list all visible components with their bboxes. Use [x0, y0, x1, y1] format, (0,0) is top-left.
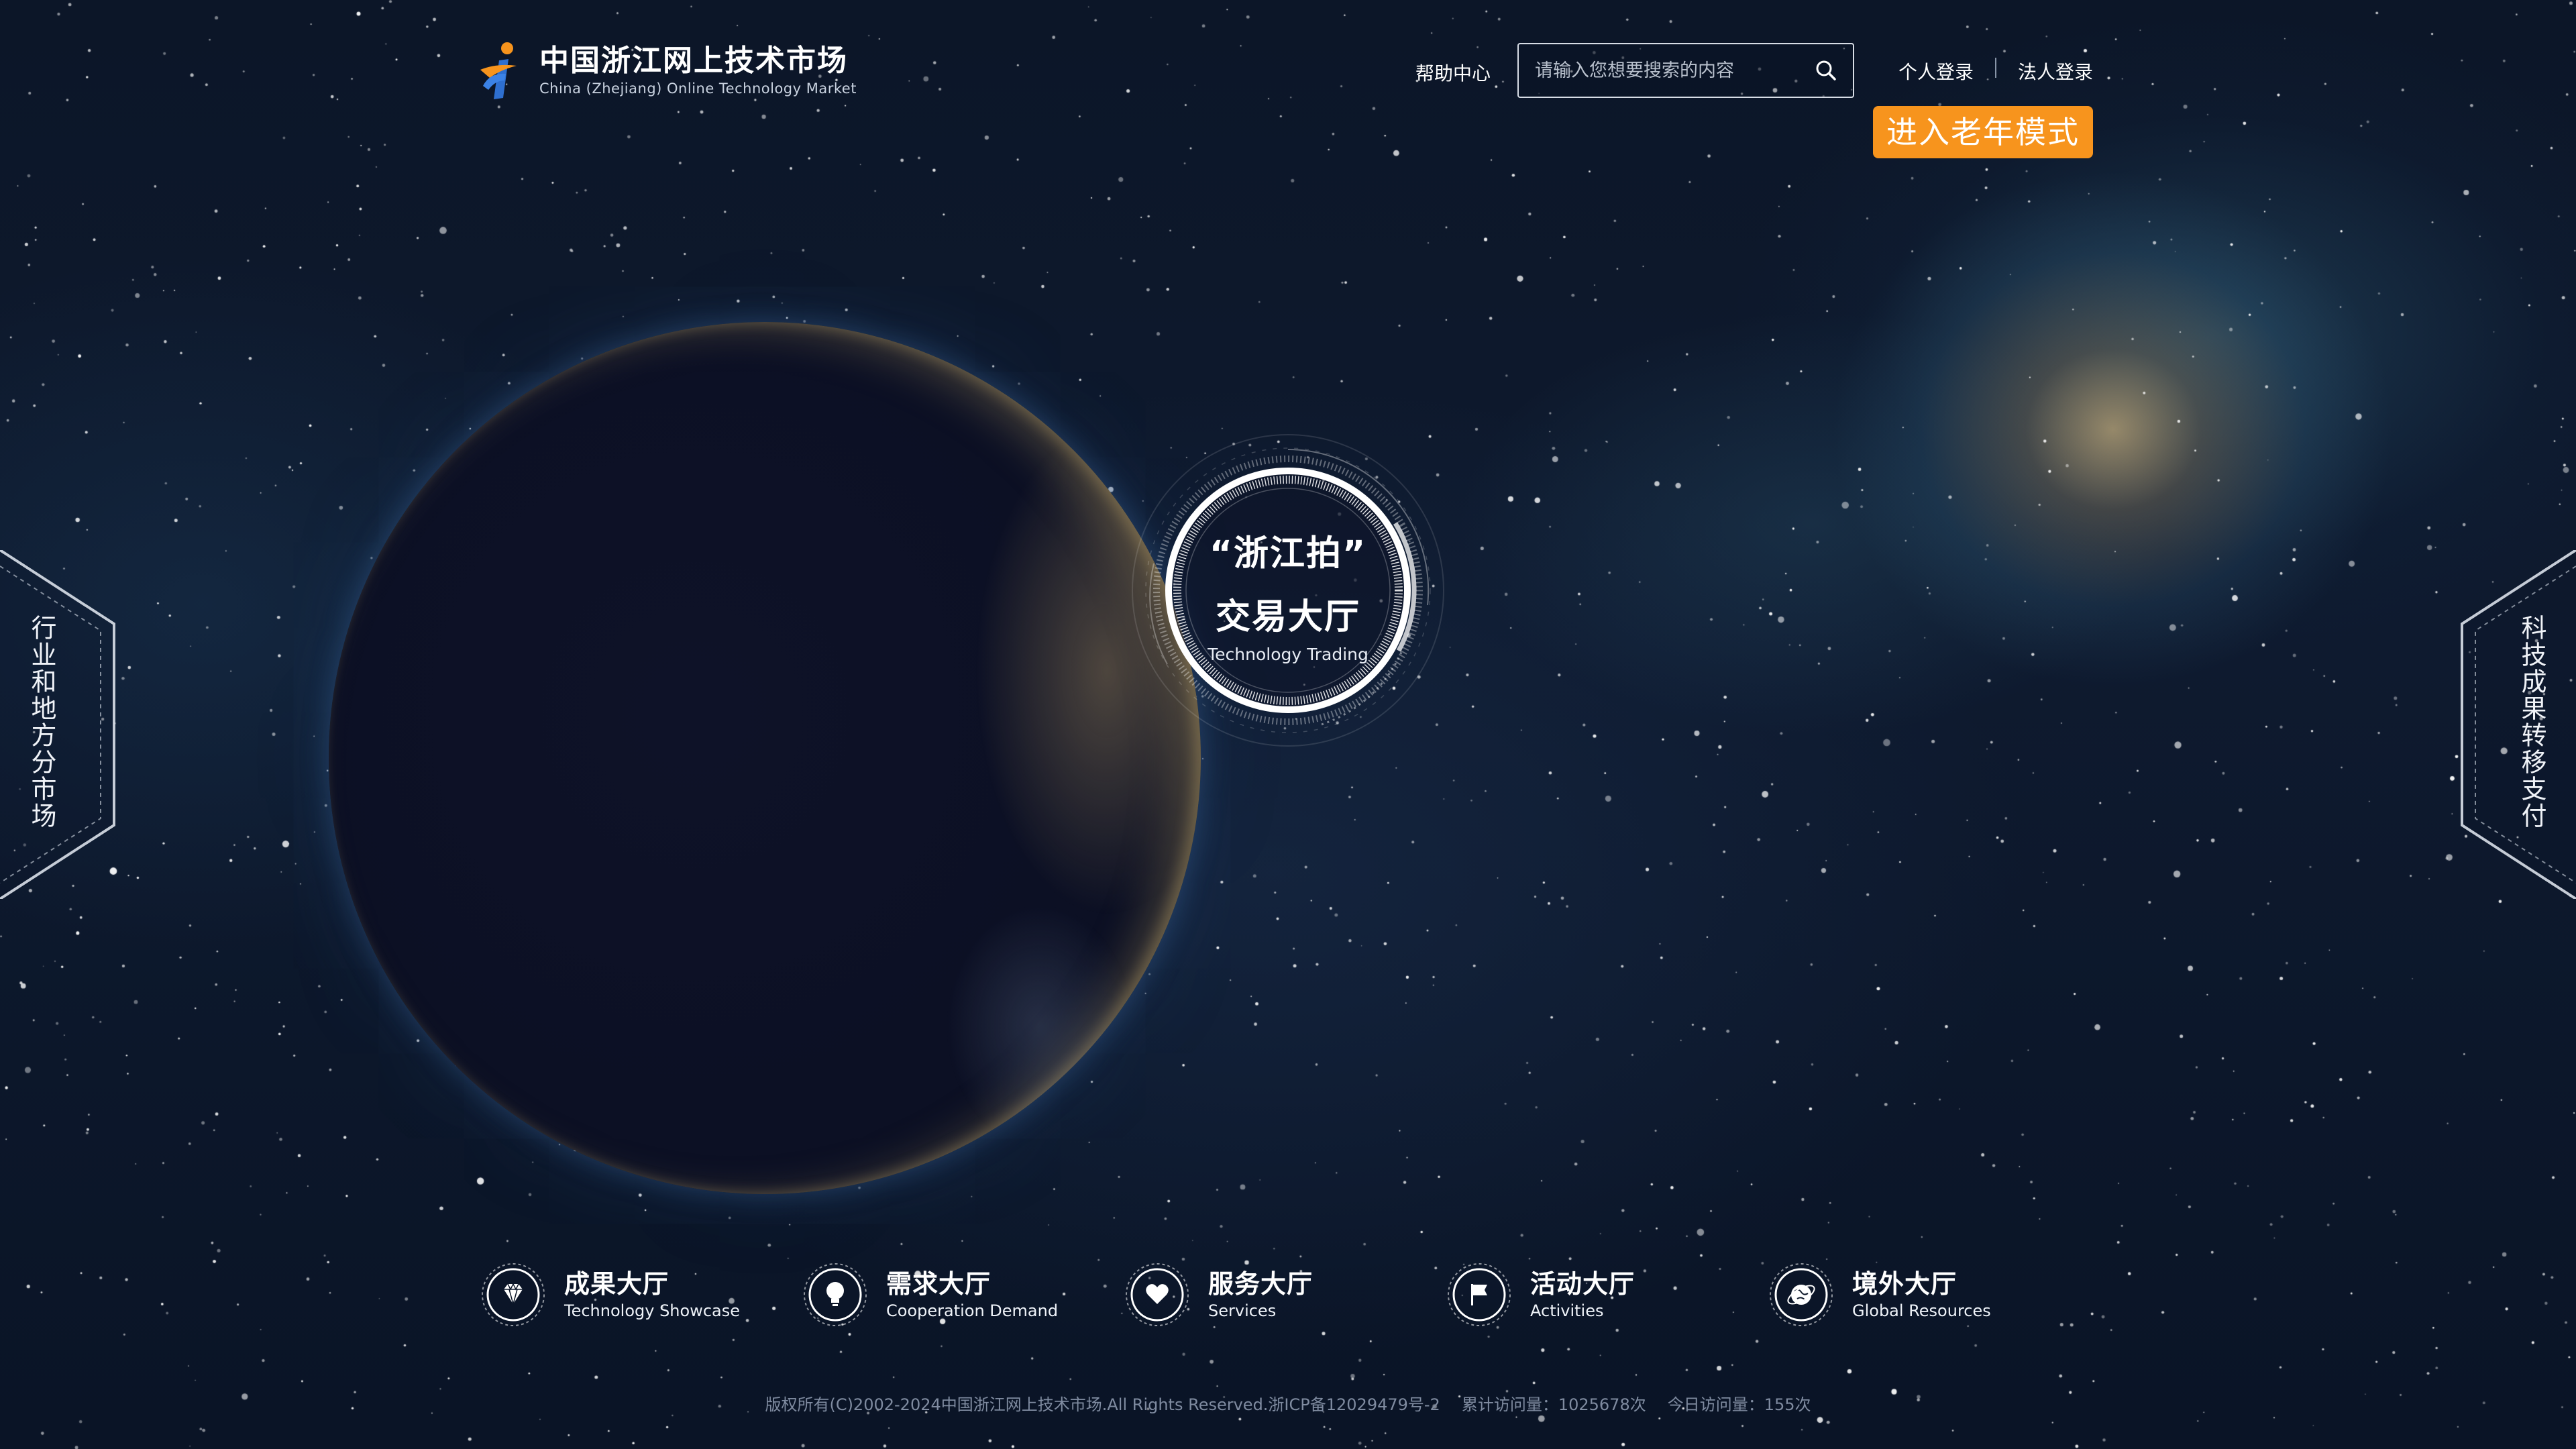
tech-transfer-payment-label: 科技成果转移支付 [2517, 614, 2546, 829]
login-divider [1995, 58, 1996, 78]
tech-transfer-payment-tab[interactable]: 科技成果转移支付 [2455, 550, 2576, 899]
hall-subtitle: Technology Trading [1208, 645, 1368, 664]
site-logo[interactable]: 中国浙江网上技术市场 China (Zhejiang) Online Techn… [476, 39, 857, 103]
nav-title-activities: 活动大厅 [1530, 1269, 1635, 1299]
personal-login-link[interactable]: 个人登录 [1898, 58, 1974, 85]
earth-planet [329, 322, 1201, 1194]
help-center-link[interactable]: 帮助中心 [1415, 59, 1491, 86]
nav-item-demand[interactable]: 需求大厅 Cooperation Demand [802, 1254, 1058, 1335]
search-button[interactable] [1799, 44, 1853, 97]
logo-title: 中国浙江网上技术市场 [539, 44, 848, 78]
legal-login-link[interactable]: 法人登录 [2018, 58, 2093, 85]
nav-title-services: 服务大厅 [1208, 1269, 1313, 1299]
nav-subtitle-services: Services [1208, 1301, 1277, 1320]
logo-mark-icon [480, 42, 517, 99]
space-background: 中国浙江网上技术市场 China (Zhejiang) Online Techn… [0, 0, 2576, 1449]
logo-subtitle: China (Zhejiang) Online Technology Marke… [539, 80, 857, 97]
hall-label-group: “浙江拍” 交易大厅 Technology Trading [1127, 429, 1449, 751]
nav-item-global[interactable]: 境外大厅 Global Resources [1768, 1254, 1991, 1335]
search-box [1517, 43, 1854, 98]
trading-hall-button[interactable]: “浙江拍” 交易大厅 Technology Trading [1127, 429, 1449, 751]
regional-market-label: 行业和地方分市场 [27, 614, 56, 829]
nav-item-activities[interactable]: 活动大厅 Activities [1446, 1254, 1635, 1335]
nav-subtitle-achievements: Technology Showcase [564, 1301, 740, 1320]
lightbulb-icon [802, 1261, 869, 1328]
hall-title-line2: 交易大厅 [1215, 597, 1360, 637]
nav-subtitle-activities: Activities [1530, 1301, 1604, 1320]
right-hex-frame [2461, 550, 2576, 899]
footer: 版权所有(C)2002-2024中国浙江网上技术市场.All Rights Re… [0, 1391, 2576, 1415]
nav-subtitle-global: Global Resources [1852, 1301, 1991, 1320]
nav-subtitle-demand: Cooperation Demand [886, 1301, 1059, 1320]
heart-icon [1124, 1261, 1191, 1328]
nav-item-achievements[interactable]: 成果大厅 Technology Showcase [480, 1254, 740, 1335]
copyright-text: 版权所有(C)2002-2024中国浙江网上技术市场.All Rights Re… [765, 1395, 1440, 1414]
nav-item-services[interactable]: 服务大厅 Services [1124, 1254, 1313, 1335]
search-icon [1816, 60, 1836, 80]
total-visits: 累计访问量：1025678次 [1461, 1395, 1646, 1414]
hall-navigation: 成果大厅 Technology Showcase 需求大厅 Cooperatio… [480, 1254, 2090, 1335]
search-input[interactable] [1519, 44, 1799, 97]
nav-title-achievements: 成果大厅 [564, 1269, 669, 1299]
diamond-icon [480, 1261, 547, 1328]
nav-title-global: 境外大厅 [1852, 1269, 1957, 1299]
nav-title-demand: 需求大厅 [886, 1269, 991, 1299]
globe-icon [1768, 1261, 1835, 1328]
left-hex-frame [0, 550, 115, 899]
flag-icon [1446, 1261, 1513, 1328]
hall-title-line1: “浙江拍” [1209, 533, 1367, 574]
elder-mode-button[interactable]: 进入老年模式 [1873, 106, 2093, 158]
today-visits: 今日访问量：155次 [1667, 1395, 1811, 1414]
regional-market-tab[interactable]: 行业和地方分市场 [0, 550, 121, 899]
